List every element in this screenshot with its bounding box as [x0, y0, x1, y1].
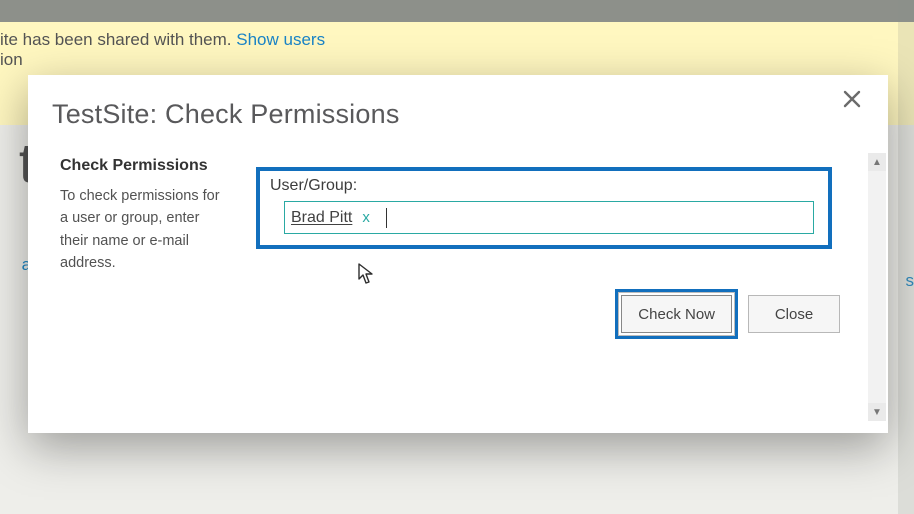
banner-show-users-link[interactable]: Show users [236, 30, 325, 49]
scrollbar-down-arrow-icon[interactable]: ▼ [868, 403, 886, 421]
close-icon[interactable] [842, 89, 866, 113]
check-now-button[interactable]: Check Now [621, 295, 732, 333]
check-now-highlight: Check Now [615, 289, 738, 339]
user-group-label: User/Group: [270, 177, 818, 195]
section-help-text: To check permissions for a user or group… [60, 185, 230, 275]
section-heading: Check Permissions [60, 157, 230, 175]
banner-text-line2: ion [0, 50, 902, 70]
banner-text: ite has been shared with them. [0, 30, 232, 49]
scrollbar-up-arrow-icon[interactable]: ▲ [868, 153, 886, 171]
user-group-input[interactable]: Brad Pitt x [284, 201, 814, 234]
dialog-title: TestSite: Check Permissions [52, 99, 400, 130]
check-permissions-dialog: TestSite: Check Permissions Check Permis… [28, 75, 888, 433]
mouse-cursor-icon [358, 263, 376, 285]
dialog-description-column: Check Permissions To check permissions f… [60, 157, 230, 275]
people-chip-remove-icon[interactable]: x [360, 209, 372, 226]
text-caret [386, 208, 387, 228]
page-right-edge [898, 0, 914, 514]
dialog-button-row: Check Now Close [615, 289, 840, 339]
close-button[interactable]: Close [748, 295, 840, 333]
user-group-field-highlight: User/Group: Brad Pitt x [256, 167, 832, 249]
people-chip-name[interactable]: Brad Pitt [291, 209, 352, 227]
top-nav-bar [0, 0, 914, 22]
dialog-scrollbar[interactable]: ▲ ▼ [868, 153, 886, 421]
